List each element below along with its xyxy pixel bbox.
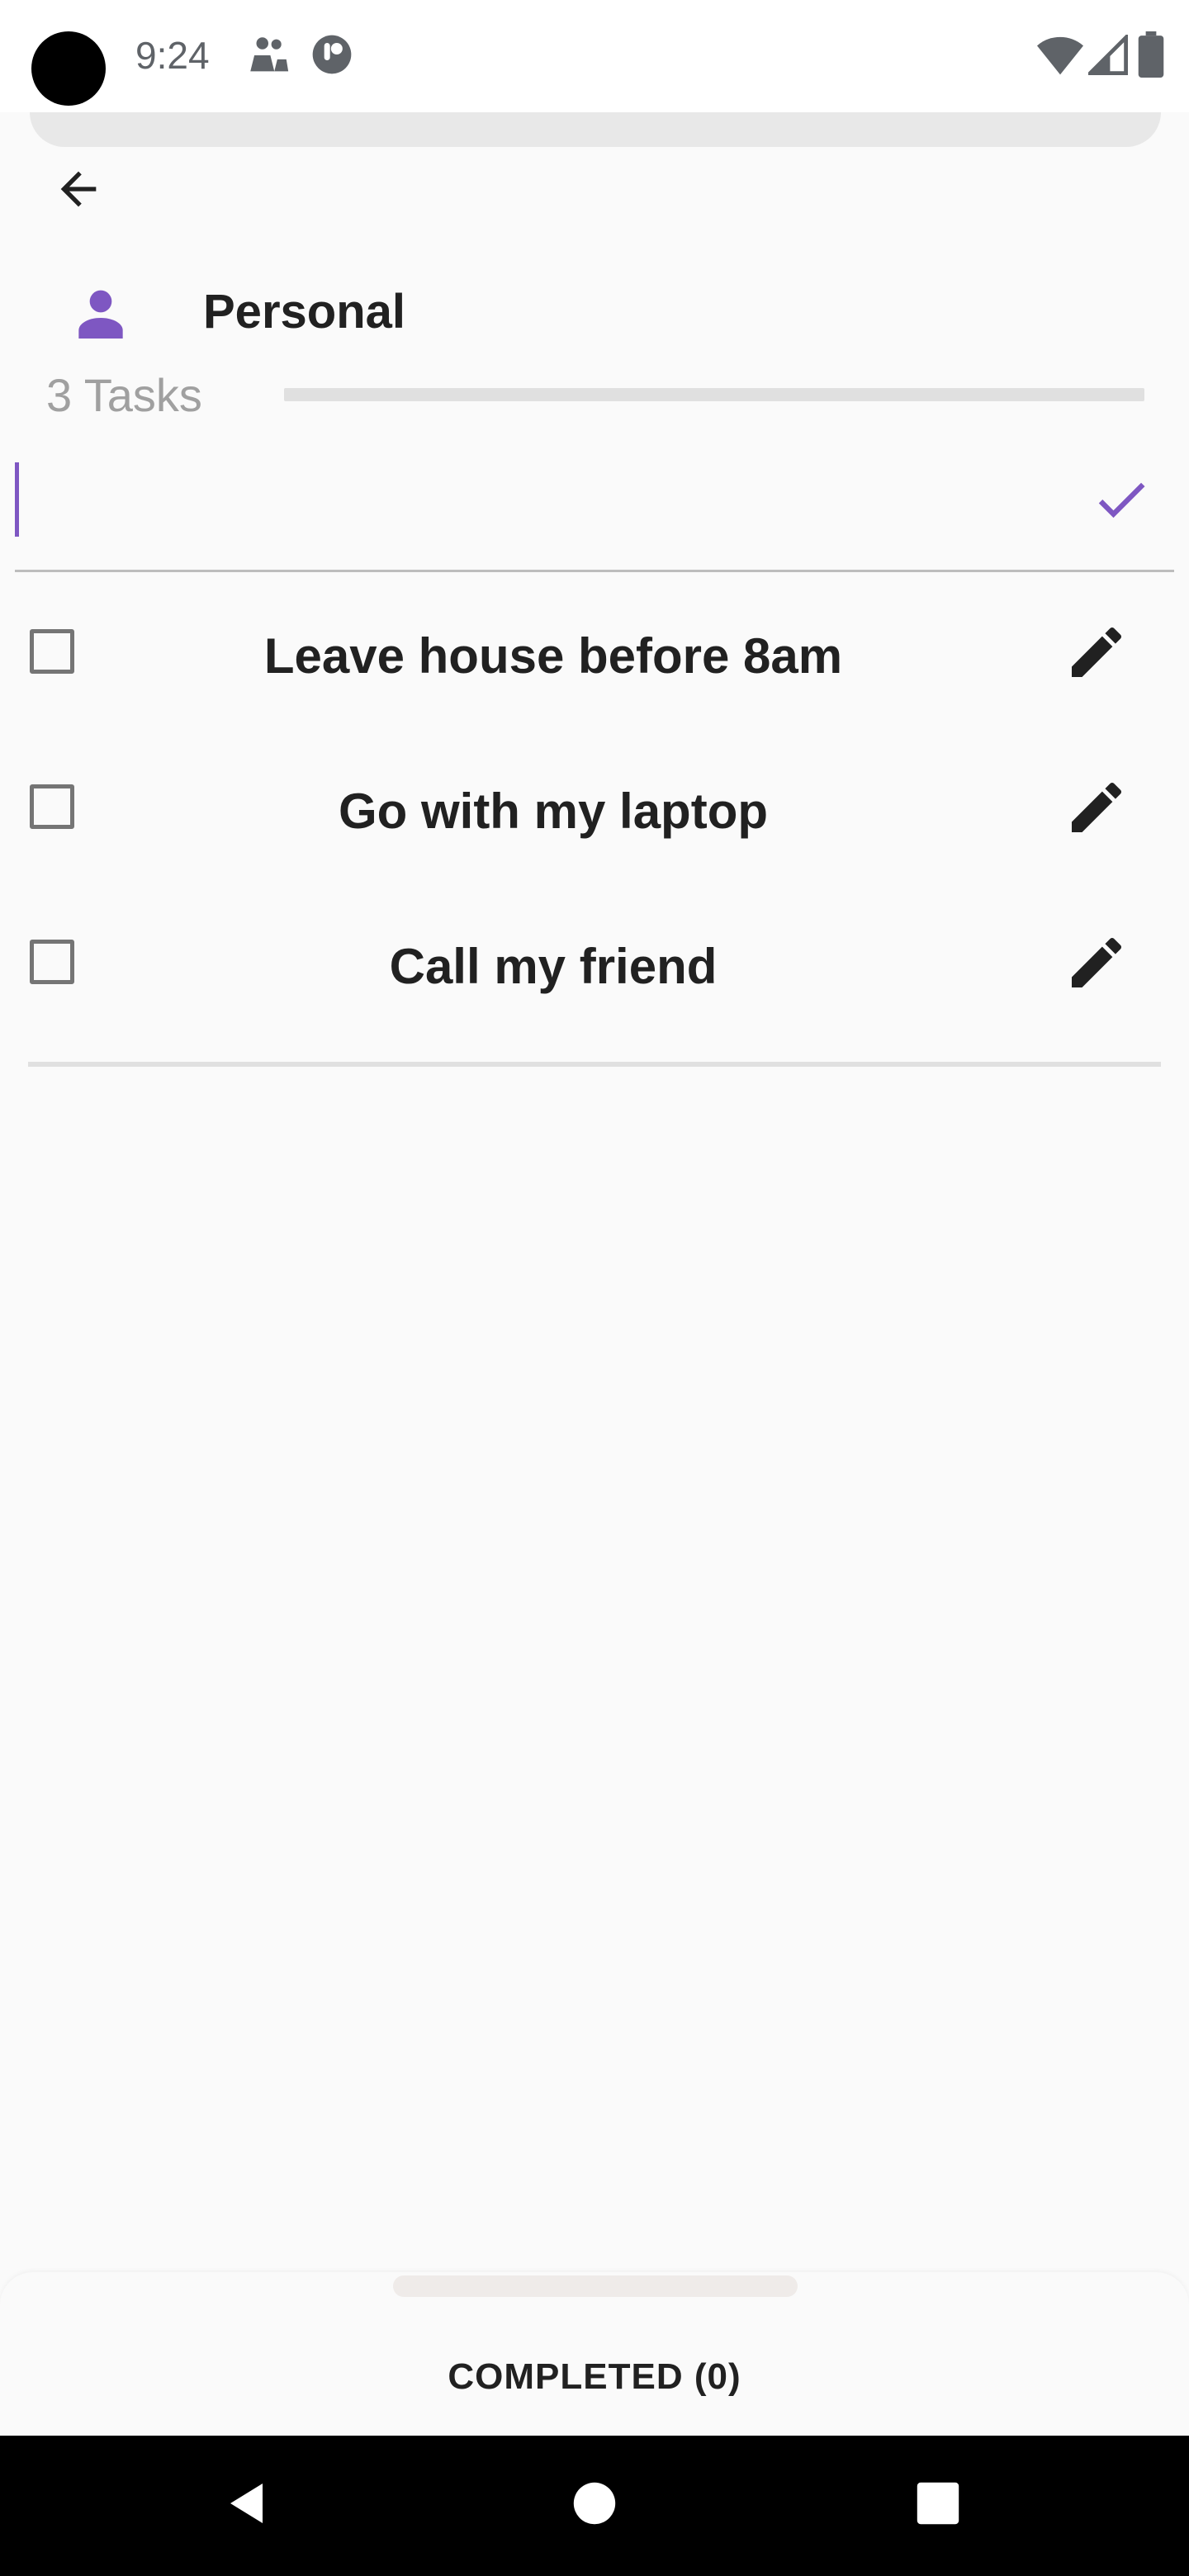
camera-cutout xyxy=(31,31,106,106)
back-button[interactable] xyxy=(41,154,116,228)
confirm-add-button[interactable] xyxy=(1080,464,1163,538)
task-row: Call my friend xyxy=(0,902,1189,1025)
task-count: 3 Tasks xyxy=(46,369,202,421)
drag-handle[interactable] xyxy=(393,2275,798,2297)
recents-square-icon xyxy=(915,2480,961,2531)
task-label: Go with my laptop xyxy=(339,784,768,839)
pencil-icon xyxy=(1063,619,1130,689)
task-checkbox[interactable] xyxy=(30,940,74,984)
notification-app-icon xyxy=(244,31,292,83)
nav-home-button[interactable] xyxy=(561,2472,628,2538)
edit-task-button[interactable] xyxy=(1055,768,1138,850)
pencil-icon xyxy=(1063,930,1130,1000)
wifi-icon xyxy=(1037,35,1083,80)
list-title: Personal xyxy=(203,285,405,339)
task-checkbox[interactable] xyxy=(30,629,74,674)
progress-bar xyxy=(284,388,1144,401)
task-checkbox[interactable] xyxy=(30,784,74,829)
pencil-icon xyxy=(1063,774,1130,845)
top-sheet-edge xyxy=(30,112,1161,147)
battery-icon xyxy=(1138,31,1164,82)
list-divider xyxy=(28,1062,1161,1067)
completed-label[interactable]: COMPLETED (0) xyxy=(0,2356,1189,2398)
new-task-input[interactable] xyxy=(15,462,1039,537)
nav-recents-button[interactable] xyxy=(905,2472,971,2538)
status-bar: 9:24 xyxy=(0,0,1189,112)
notification-pocket-icon xyxy=(309,31,355,82)
home-circle-icon xyxy=(571,2480,618,2531)
cellular-signal-icon xyxy=(1085,32,1128,80)
back-triangle-icon xyxy=(223,2479,272,2532)
task-row: Go with my laptop xyxy=(0,746,1189,870)
task-row: Leave house before 8am xyxy=(0,591,1189,715)
person-icon xyxy=(68,281,134,347)
edit-task-button[interactable] xyxy=(1055,613,1138,695)
task-label: Call my friend xyxy=(389,939,718,994)
new-task-row xyxy=(15,446,1174,572)
check-icon xyxy=(1090,468,1153,535)
task-label: Leave house before 8am xyxy=(263,628,843,684)
status-time: 9:24 xyxy=(135,34,210,77)
edit-task-button[interactable] xyxy=(1055,923,1138,1006)
arrow-back-icon xyxy=(52,163,105,220)
nav-back-button[interactable] xyxy=(215,2472,281,2538)
